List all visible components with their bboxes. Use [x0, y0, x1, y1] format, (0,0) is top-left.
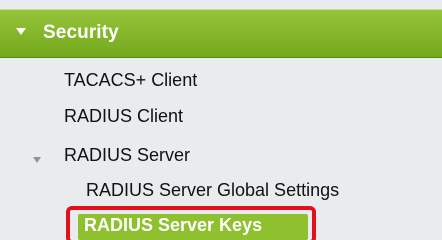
navigation-tree: Security TACACS+ Client RADIUS Client RA… — [0, 0, 442, 240]
nav-item-radius-server-keys[interactable]: RADIUS Server Keys — [66, 206, 316, 240]
nav-section-security[interactable]: Security — [0, 9, 442, 58]
triangle-down-icon[interactable] — [33, 157, 41, 163]
nav-item-tacacs-client[interactable]: TACACS+ Client — [64, 70, 197, 91]
nav-item-label: RADIUS Server Keys — [84, 215, 263, 235]
nav-item-radius-server-global-settings[interactable]: RADIUS Server Global Settings — [86, 180, 339, 201]
nav-section-label: Security — [43, 22, 119, 43]
nav-item-radius-client[interactable]: RADIUS Client — [64, 106, 183, 127]
nav-item-radius-server[interactable]: RADIUS Server — [64, 145, 190, 166]
triangle-down-icon[interactable] — [16, 28, 26, 35]
